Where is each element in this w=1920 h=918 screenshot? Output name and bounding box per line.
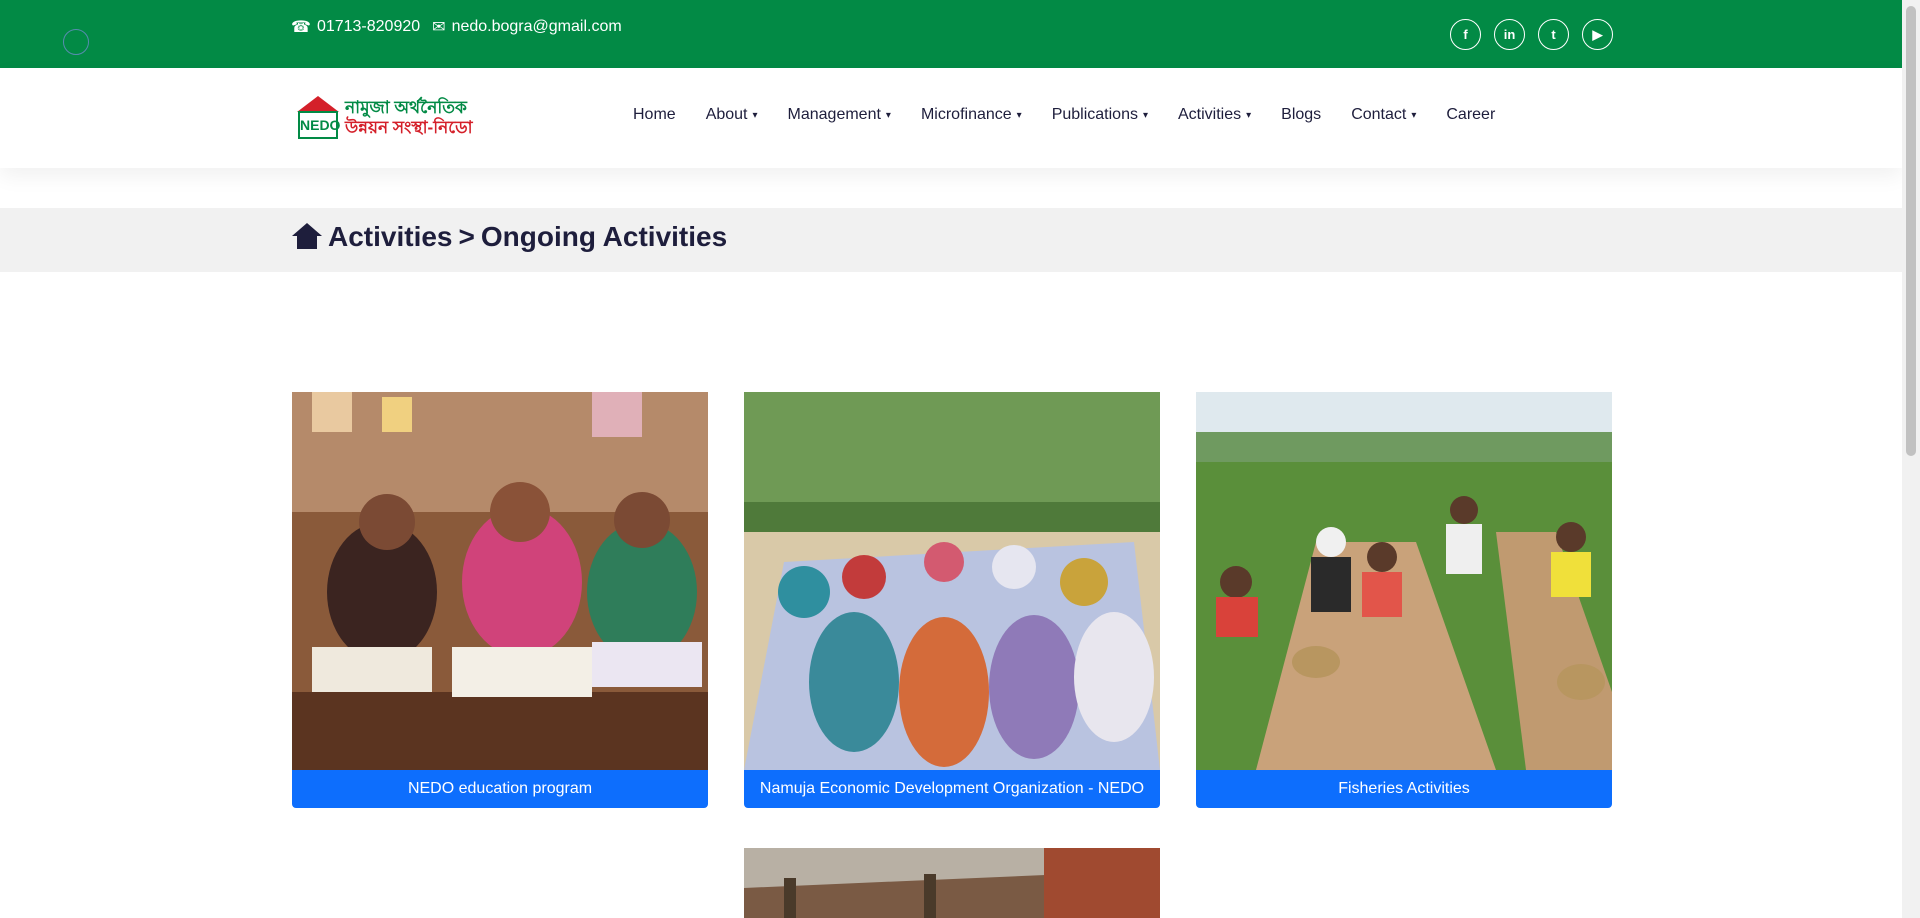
activity-card[interactable] [744,848,1160,918]
activity-image-field-work[interactable] [1196,392,1612,770]
nav-item-career[interactable]: Career [1446,106,1495,124]
nav-item-label: Activities [1178,106,1242,123]
chevron-down-icon: ▾ [1016,109,1022,121]
nav-item-label: Microfinance [920,106,1012,123]
phone-number: 01713-820920 [316,18,421,35]
nav-item-home[interactable]: Home [633,106,676,124]
nav-item-blogs[interactable]: Blogs [1281,106,1321,124]
breadcrumb-current: Ongoing Activities [480,221,728,252]
top-contact-bar: ☎ 01713-820920 ✉ nedo.bogra@gmail.com f … [0,0,1902,68]
nav-item-label: Contact [1351,106,1407,123]
logo-mark-text: NEDO [298,111,340,139]
nav-item-label: Publications [1051,106,1138,123]
main-navbar: NEDO নামুজা অর্থনৈতিক উন্নয়ন সংস্থা-নিড… [0,68,1902,168]
nav-item-microfinance[interactable]: Microfinance ▾ [921,106,1022,124]
nav-item-label: Home [633,106,676,123]
email-contact[interactable]: ✉ nedo.bogra@gmail.com [432,17,622,37]
activity-card-title-button[interactable]: Fisheries Activities [1196,770,1612,808]
logo-line-2: উন্নয়ন সংস্থা-নিডো [345,118,473,137]
decorative-ring [63,29,89,55]
activity-card-title-button[interactable]: NEDO education program [292,770,708,808]
chevron-down-icon: ▾ [752,109,758,121]
nav-item-label: Management [787,106,881,123]
activity-image-classroom[interactable] [292,392,708,770]
chevron-down-icon: ▾ [1142,109,1148,121]
chevron-down-icon: ▾ [1411,109,1417,121]
activity-card[interactable]: Fisheries Activities [1196,392,1612,808]
twitter-icon[interactable]: t [1538,19,1569,50]
activity-image-workshop[interactable] [744,848,1160,918]
logo-roof-shape [297,96,339,112]
nav-item-publications[interactable]: Publications ▾ [1052,106,1148,124]
chevron-down-icon: ▾ [1246,109,1252,121]
activity-card[interactable]: Namuja Economic Development Organization… [744,392,1160,808]
email-address: nedo.bogra@gmail.com [451,18,622,35]
nav-menu: Home About ▾ Management ▾ Microfinance ▾ Pu… [633,106,1495,124]
activity-image-community-meeting[interactable] [744,392,1160,770]
scrollbar-thumb[interactable] [1906,6,1916,456]
nav-item-label: Blogs [1281,106,1322,123]
chevron-down-icon: ▾ [885,109,891,121]
activity-card-title-button[interactable]: Namuja Economic Development Organization… [744,770,1160,808]
logo-line-1: নামুজা অর্থনৈতিক [345,98,467,117]
breadcrumb: Activities > Ongoing Activities [292,221,727,253]
activity-card[interactable]: NEDO education program [292,392,708,808]
facebook-icon[interactable]: f [1450,19,1481,50]
breadcrumb-bar: Activities > Ongoing Activities [0,208,1902,272]
nav-item-contact[interactable]: Contact ▾ [1351,106,1416,124]
home-icon[interactable] [292,223,322,251]
home-body-shape [297,235,317,249]
youtube-icon[interactable]: ▶ [1582,19,1613,50]
social-links: f in t ▶ [1450,19,1613,50]
page-scrollbar[interactable] [1902,0,1920,918]
phone-icon: ☎ [291,19,311,36]
nav-item-activities[interactable]: Activities ▾ [1178,106,1251,124]
logo-text: নামুজা অর্থনৈতিক উন্নয়ন সংস্থা-নিডো [345,98,473,138]
nav-item-label: About [705,106,748,123]
nav-item-label: Career [1446,106,1496,123]
breadcrumb-separator: > [458,221,475,252]
nav-item-about[interactable]: About ▾ [706,106,758,124]
breadcrumb-parent[interactable]: Activities [328,221,453,253]
contact-info: ☎ 01713-820920 ✉ nedo.bogra@gmail.com [291,17,622,37]
envelope-icon: ✉ [432,19,446,36]
site-logo[interactable]: NEDO নামুজা অর্থনৈতিক উন্নয়ন সংস্থা-নিড… [295,96,473,140]
logo-mark: NEDO [295,96,341,140]
phone-contact[interactable]: ☎ 01713-820920 [291,17,420,37]
nav-item-management[interactable]: Management ▾ [788,106,891,124]
linkedin-icon[interactable]: in [1494,19,1525,50]
